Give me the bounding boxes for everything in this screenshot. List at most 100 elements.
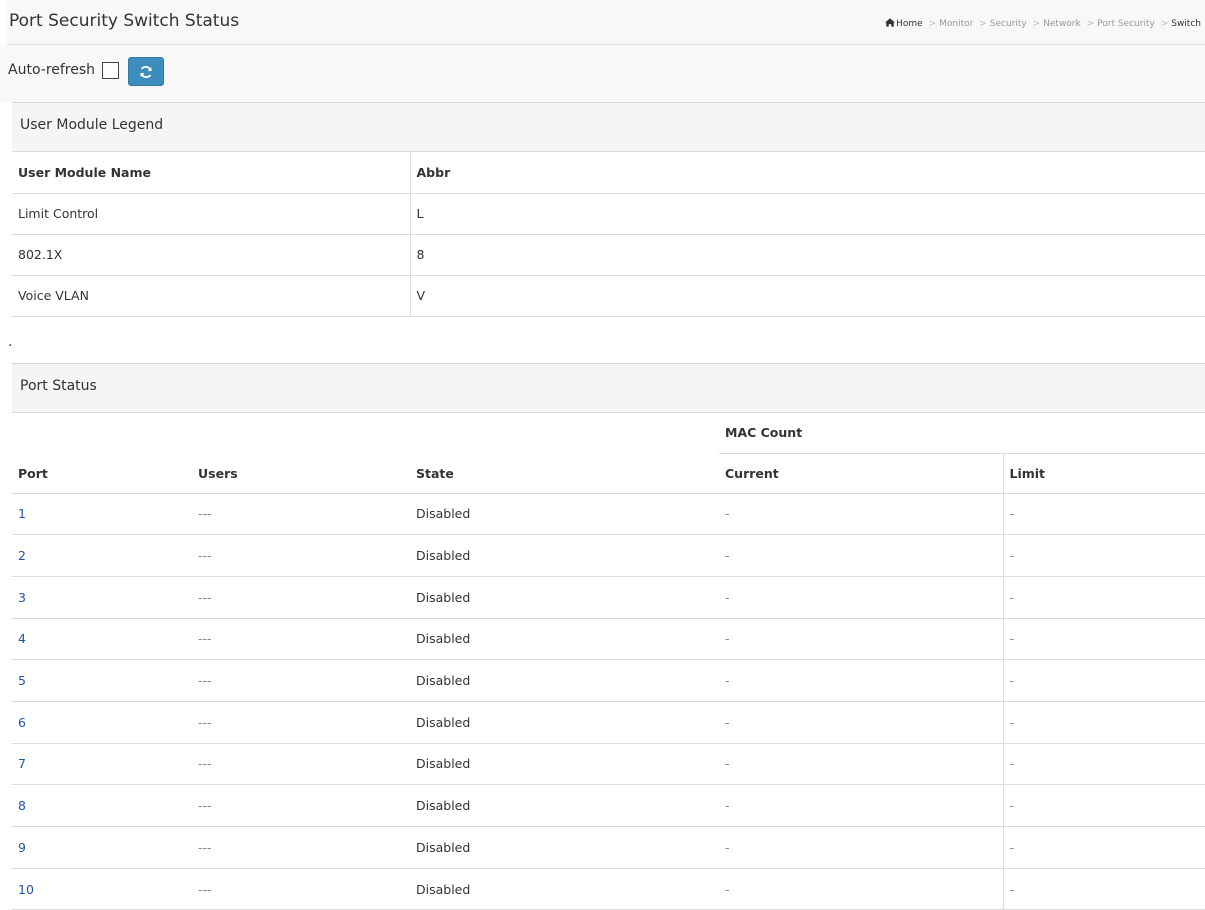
column-group-mac-count: MAC Count: [719, 413, 1205, 454]
state-cell: Disabled: [410, 534, 719, 577]
separator-dot: .: [8, 334, 13, 350]
users-cell: ---: [192, 618, 410, 661]
users-cell: ---: [192, 743, 410, 786]
state-cell: Disabled: [410, 659, 719, 702]
port-link[interactable]: 3: [18, 590, 26, 605]
mac-limit-cell: -: [1003, 826, 1205, 869]
module-name-cell: 802.1X: [12, 234, 411, 276]
breadcrumb-home[interactable]: Home: [896, 19, 923, 29]
mac-limit-cell: -: [1003, 784, 1205, 827]
port-link[interactable]: 2: [18, 548, 26, 563]
state-cell: Disabled: [410, 618, 719, 661]
port-cell: 7: [12, 743, 192, 786]
home-icon: [885, 18, 896, 27]
column-header-limit: Limit: [1003, 453, 1205, 494]
mac-limit-cell: -: [1003, 743, 1205, 786]
table-header-row: User Module Name Abbr: [12, 152, 1205, 194]
port-link[interactable]: 1: [18, 506, 26, 521]
page-header: Port Security Switch Status Home > Monito…: [7, 0, 1205, 45]
mac-current-cell: -: [719, 701, 1004, 744]
column-header-module-name: User Module Name: [12, 152, 411, 194]
state-cell: Disabled: [410, 701, 719, 744]
mac-current-cell: -: [719, 659, 1004, 702]
abbr-cell: L: [410, 193, 1205, 235]
users-cell: ---: [192, 659, 410, 702]
table-row: 7 --- Disabled - -: [12, 743, 1205, 786]
auto-refresh-checkbox[interactable]: [102, 62, 119, 79]
port-link[interactable]: 6: [18, 715, 26, 730]
port-cell: 6: [12, 701, 192, 744]
table-row: 9 --- Disabled - -: [12, 826, 1205, 869]
mac-current-cell: -: [719, 784, 1004, 827]
state-cell: Disabled: [410, 576, 719, 619]
port-cell: 1: [12, 493, 192, 536]
port-cell: 10: [12, 868, 192, 910]
mac-current-cell: -: [719, 493, 1004, 536]
mac-current-cell: -: [719, 743, 1004, 786]
table-header-group-row: Port Users State MAC Count: [12, 413, 1205, 494]
users-cell: ---: [192, 576, 410, 619]
state-cell: Disabled: [410, 784, 719, 827]
table-row: 2 --- Disabled - -: [12, 534, 1205, 577]
port-link[interactable]: 10: [18, 882, 34, 897]
mac-current-cell: -: [719, 868, 1004, 910]
port-link[interactable]: 8: [18, 798, 26, 813]
table-row: 8 --- Disabled - -: [12, 784, 1205, 827]
breadcrumb-switch: Switch: [1171, 19, 1201, 29]
mac-limit-cell: -: [1003, 493, 1205, 536]
module-name-cell: Limit Control: [12, 193, 411, 235]
breadcrumb-network[interactable]: Network: [1043, 19, 1081, 29]
users-cell: ---: [192, 701, 410, 744]
breadcrumb-separator: >: [1086, 19, 1095, 29]
breadcrumb-monitor[interactable]: Monitor: [939, 19, 973, 29]
breadcrumb: Home > Monitor > Security > Network > Port S…: [885, 18, 1201, 29]
users-cell: ---: [192, 534, 410, 577]
table-row: 6 --- Disabled - -: [12, 701, 1205, 744]
users-cell: ---: [192, 826, 410, 869]
mac-limit-cell: -: [1003, 659, 1205, 702]
mac-current-cell: -: [719, 534, 1004, 577]
breadcrumb-security[interactable]: Security: [990, 19, 1027, 29]
port-link[interactable]: 9: [18, 840, 26, 855]
legend-heading: User Module Legend: [12, 103, 1205, 152]
state-cell: Disabled: [410, 493, 719, 536]
mac-limit-cell: -: [1003, 701, 1205, 744]
refresh-bar: Auto-refresh: [0, 45, 1205, 102]
table-row: 5 --- Disabled - -: [12, 659, 1205, 702]
column-header-abbr: Abbr: [410, 152, 1205, 194]
breadcrumb-port-security[interactable]: Port Security: [1097, 19, 1155, 29]
port-cell: 5: [12, 659, 192, 702]
port-cell: 4: [12, 618, 192, 661]
users-cell: ---: [192, 784, 410, 827]
user-module-legend-panel: User Module Legend User Module Name Abbr…: [12, 102, 1205, 317]
mac-limit-cell: -: [1003, 534, 1205, 577]
breadcrumb-separator: >: [928, 19, 937, 29]
refresh-button[interactable]: [128, 57, 164, 86]
users-cell: ---: [192, 868, 410, 910]
refresh-icon: [140, 65, 152, 78]
module-name-cell: Voice VLAN: [12, 275, 411, 317]
port-status-heading: Port Status: [12, 364, 1205, 413]
table-row: 4 --- Disabled - -: [12, 618, 1205, 661]
state-cell: Disabled: [410, 743, 719, 786]
column-header-state: State: [410, 413, 719, 494]
breadcrumb-separator: >: [979, 19, 987, 29]
port-cell: 9: [12, 826, 192, 869]
port-cell: 8: [12, 784, 192, 827]
port-link[interactable]: 4: [18, 631, 26, 646]
mac-limit-cell: -: [1003, 618, 1205, 661]
legend-table: User Module Name Abbr Limit Control L 80…: [12, 152, 1205, 317]
port-link[interactable]: 5: [18, 673, 26, 688]
port-status-table: Port Users State MAC Count Current Limit…: [12, 413, 1205, 910]
table-row: Limit Control L: [12, 193, 1205, 235]
auto-refresh-label: Auto-refresh: [8, 62, 96, 78]
port-status-panel: Port Status Port Users State MAC Count C…: [12, 363, 1205, 910]
breadcrumb-separator: >: [1032, 19, 1041, 29]
mac-current-cell: -: [719, 618, 1004, 661]
abbr-cell: V: [410, 275, 1205, 317]
column-header-port: Port: [12, 413, 192, 494]
table-row: Voice VLAN V: [12, 275, 1205, 317]
port-link[interactable]: 7: [18, 756, 26, 771]
table-row: 1 --- Disabled - -: [12, 493, 1205, 536]
state-cell: Disabled: [410, 868, 719, 910]
